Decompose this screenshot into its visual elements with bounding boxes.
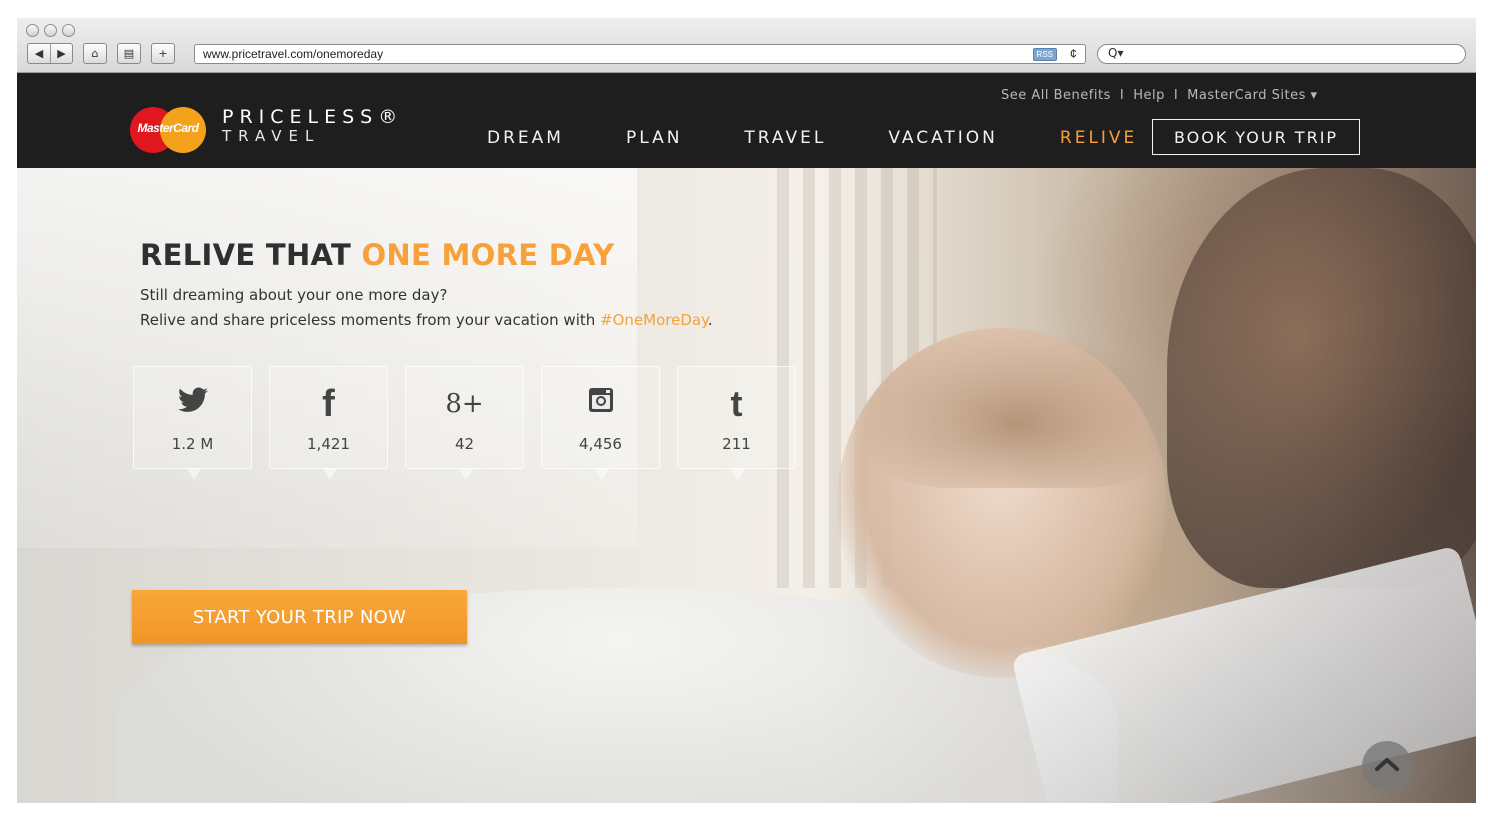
home-button[interactable]: ⌂: [83, 43, 107, 64]
window-controls: [26, 24, 75, 37]
nav-relive[interactable]: RELIVE: [1060, 128, 1137, 148]
instagram-tile[interactable]: 4,456: [541, 366, 660, 480]
twitter-icon: [134, 387, 251, 421]
address-bar[interactable]: www.pricetravel.com/onemoreday RSS ¢: [194, 44, 1086, 64]
browser-nav-buttons: ◀ ▶ ⌂ ▤ +: [27, 43, 175, 64]
mastercard-sites-dropdown[interactable]: MasterCard Sites ▾: [1187, 88, 1317, 103]
hero-background-window: [17, 168, 637, 548]
plus-icon: +: [158, 47, 168, 60]
bookmark-icon: ▤: [123, 47, 135, 60]
hero-subtitle: Still dreaming about your one more day? …: [140, 283, 713, 333]
facebook-icon: f: [322, 383, 335, 425]
rss-icon[interactable]: RSS: [1032, 48, 1057, 61]
search-icon: Q▾: [1108, 46, 1124, 60]
hero-subtitle-line1: Still dreaming about your one more day?: [140, 286, 448, 304]
social-share-tiles: 1.2 M f 1,421 8+ 42 4,456 t 211: [133, 366, 796, 480]
hero-subtitle-line2: Relive and share priceless moments from …: [140, 308, 713, 333]
forward-icon[interactable]: ▶: [50, 44, 72, 63]
brand-line-priceless: PRICELESS®: [222, 106, 404, 128]
book-your-trip-button[interactable]: BOOK YOUR TRIP: [1152, 119, 1360, 155]
hero-title-accent: ONE MORE DAY: [361, 238, 615, 272]
hero-title-main: RELIVE THAT: [140, 238, 362, 272]
google-plus-icon: 8+: [445, 389, 484, 419]
bookmark-button[interactable]: ▤: [117, 43, 141, 64]
browser-search-field[interactable]: Q▾: [1097, 44, 1466, 64]
google-plus-tile[interactable]: 8+ 42: [405, 366, 524, 480]
twitter-count: 1.2 M: [171, 435, 214, 453]
hero-subtitle-text: Relive and share priceless moments from …: [140, 311, 601, 329]
facebook-tile[interactable]: f 1,421: [269, 366, 388, 480]
nav-vacation[interactable]: VACATION: [888, 128, 998, 148]
twitter-tile[interactable]: 1.2 M: [133, 366, 252, 480]
tumblr-count: 211: [722, 435, 751, 453]
new-tab-button[interactable]: +: [151, 43, 175, 64]
back-to-top-button[interactable]: [1362, 741, 1412, 791]
hero-title: RELIVE THAT ONE MORE DAY: [140, 238, 614, 272]
chevron-up-icon: [1374, 756, 1400, 776]
start-your-trip-button[interactable]: START YOUR TRIP NOW: [132, 590, 467, 644]
help-link[interactable]: Help: [1133, 88, 1165, 103]
tumblr-icon: t: [730, 383, 743, 424]
browser-toolbar: ◀ ▶ ⌂ ▤ + www.pricetravel.com/onemoreday…: [17, 18, 1476, 73]
nav-travel[interactable]: TRAVEL: [744, 128, 826, 148]
nav-plan[interactable]: PLAN: [626, 128, 682, 148]
see-all-benefits-link[interactable]: See All Benefits: [1001, 88, 1111, 103]
hero-subtitle-period: .: [707, 311, 713, 329]
hero-banner: RELIVE THAT ONE MORE DAY Still dreaming …: [17, 168, 1476, 803]
back-icon[interactable]: ◀: [28, 44, 50, 63]
brand-line-travel: TRAVEL: [222, 127, 321, 145]
site-header: MasterCard PRICELESS® TRAVEL See All Ben…: [17, 73, 1476, 168]
instagram-count: 4,456: [579, 435, 622, 453]
utility-separator: I: [1173, 88, 1179, 103]
hashtag-link[interactable]: #OneMoreDay: [600, 311, 708, 329]
facebook-count: 1,421: [307, 435, 350, 453]
close-window-button[interactable]: [26, 24, 39, 37]
url-text: www.pricetravel.com/onemoreday: [203, 47, 384, 61]
instagram-icon: [542, 387, 659, 421]
hero-photo-child-hair: [857, 328, 1177, 488]
back-forward-group: ◀ ▶: [27, 43, 73, 64]
google-plus-count: 42: [454, 435, 475, 453]
reload-icon[interactable]: ¢: [1070, 46, 1077, 61]
browser-window: ◀ ▶ ⌂ ▤ + www.pricetravel.com/onemoreday…: [17, 18, 1476, 803]
main-nav: DREAM PLAN TRAVEL VACATION RELIVE: [487, 128, 1199, 148]
minimize-window-button[interactable]: [44, 24, 57, 37]
hero-photo-father: [1167, 168, 1476, 588]
tumblr-tile[interactable]: t 211: [677, 366, 796, 480]
home-icon: ⌂: [91, 47, 99, 60]
nav-dream[interactable]: DREAM: [487, 128, 564, 148]
brand-name[interactable]: PRICELESS® TRAVEL: [222, 106, 403, 144]
mastercard-logo[interactable]: MasterCard: [130, 107, 206, 153]
utility-separator: I: [1119, 88, 1125, 103]
zoom-window-button[interactable]: [62, 24, 75, 37]
logo-wordmark: MasterCard: [137, 121, 199, 135]
utility-nav: See All Benefits I Help I MasterCard Sites ▾: [1001, 88, 1318, 103]
